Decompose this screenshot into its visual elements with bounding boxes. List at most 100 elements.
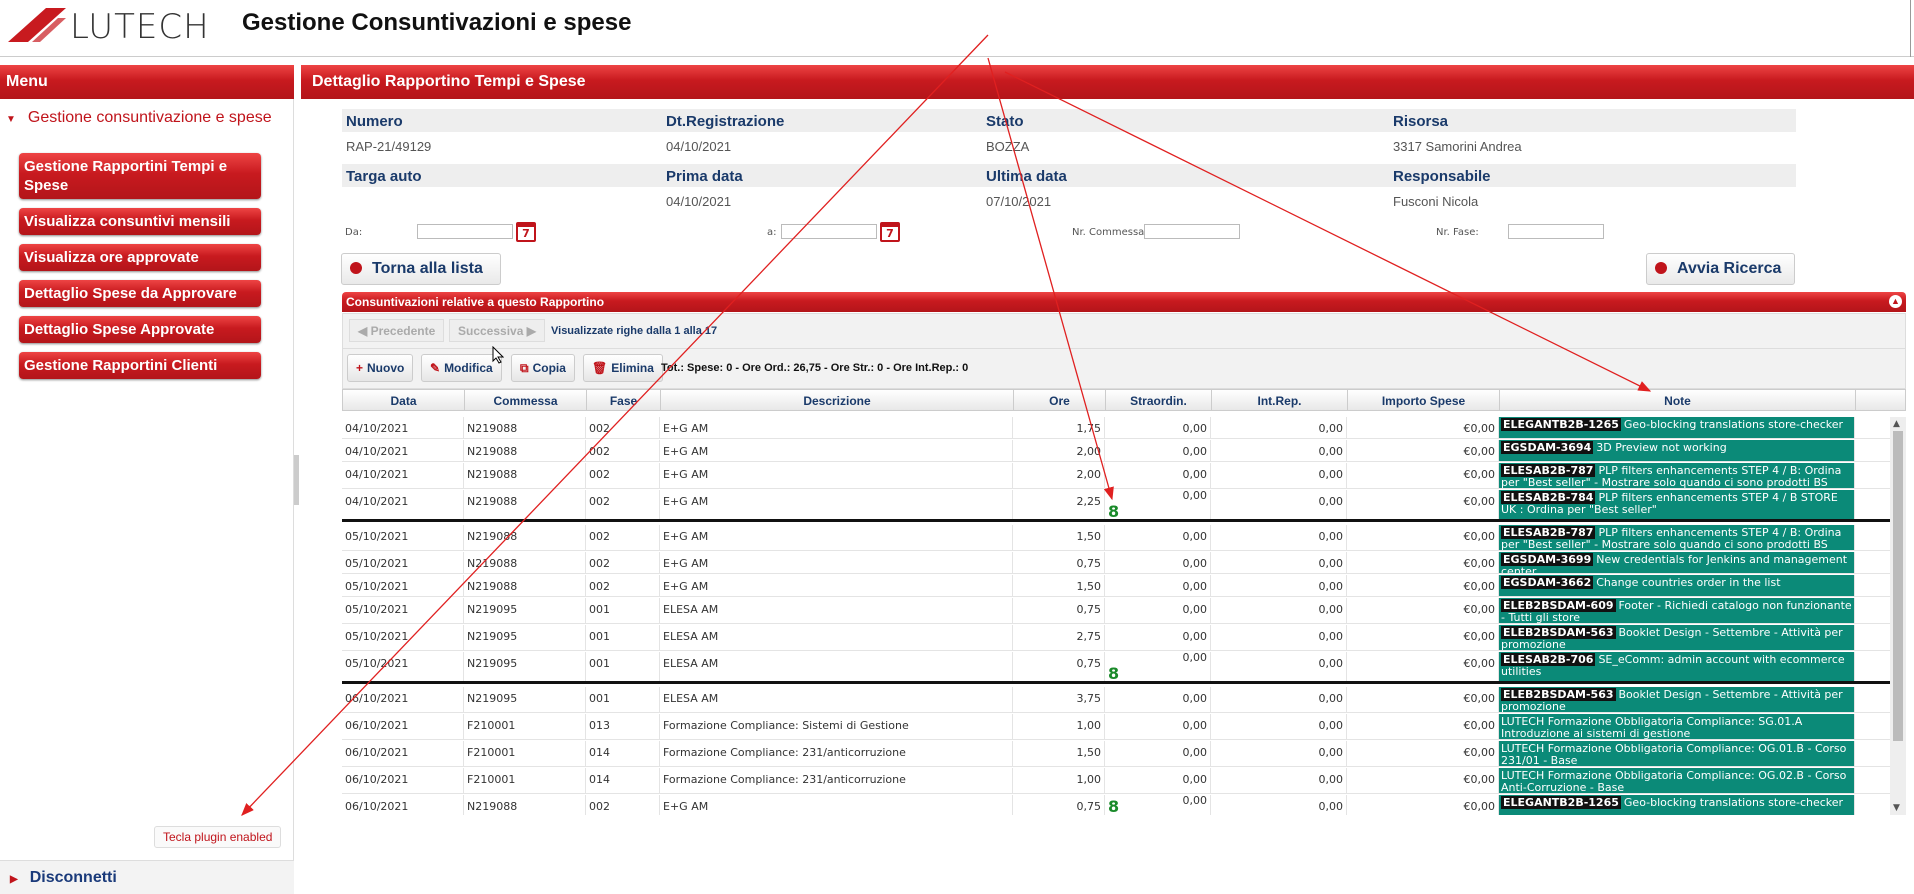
calendar-icon[interactable]: 7 [516, 222, 536, 242]
calendar-icon[interactable]: 7 [880, 222, 900, 242]
table-row[interactable]: 06/10/2021 F210001 013 Formazione Complianc… [342, 714, 1890, 740]
cell-str: 0,00 8 [1105, 490, 1211, 519]
commessa-input[interactable] [1144, 224, 1240, 239]
da-input[interactable] [417, 224, 513, 239]
col-note[interactable]: Note [1500, 390, 1856, 411]
table-row[interactable]: 05/10/2021 N219095 001 ELESA AM 0,75 0,00 8 0,0… [342, 652, 1890, 684]
col-straordin[interactable]: Straordin. [1106, 390, 1212, 411]
table-row[interactable]: 04/10/2021 N219088 002 E+G AM 1,75 0,00 0,00 €0… [342, 417, 1890, 439]
table-row[interactable]: 06/10/2021 N219088 002 E+G AM 0,75 0,00 8 0,00 €… [342, 795, 1890, 815]
totals-text: Tot.: Spese: 0 - Ore Ord.: 26,75 - Ore S… [661, 362, 969, 374]
cell-int: 0,00 [1211, 652, 1347, 681]
cell-ore: 2,75 [1013, 625, 1105, 650]
cell-imp: €0,00 [1347, 714, 1499, 739]
responsabile-label: Responsabile [1389, 164, 1796, 187]
col-importo-spese[interactable]: Importo Spese [1348, 390, 1500, 411]
search-button[interactable]: Avvia Ricerca [1646, 253, 1795, 285]
copy-button[interactable]: ⧉ Copia [511, 354, 575, 382]
cell-note: LUTECH Formazione Obbligatoria Complianc… [1499, 768, 1855, 793]
menu-item-spese-da-approvare[interactable]: Dettaglio Spese da Approvare [19, 280, 261, 307]
cell-note: LUTECH Formazione Obbligatoria Complianc… [1499, 714, 1855, 739]
cell-desc: Formazione Compliance: 231/anticorruzion… [660, 768, 1013, 793]
cell-int: 0,00 [1211, 687, 1347, 712]
prev-label: Precedente [370, 324, 436, 338]
menu-section-gestione[interactable]: ▼ Gestione consuntivazione e spese [6, 109, 272, 127]
cell-commessa: N219088 [464, 525, 586, 550]
app-title: Gestione Consuntivazioni e spese [242, 9, 632, 36]
table-row[interactable]: 04/10/2021 N219088 002 E+G AM 2,25 0,00 8 0,00 €… [342, 490, 1890, 522]
table-row[interactable]: 05/10/2021 N219088 002 E+G AM 1,50 0,00 0,00 €0… [342, 575, 1890, 597]
cell-desc: E+G AM [660, 795, 1013, 815]
menu-item-ore-approvate[interactable]: Visualizza ore approvate [19, 244, 261, 271]
edit-button[interactable]: ✎ Modifica [421, 354, 502, 382]
new-button[interactable]: + Nuovo [347, 354, 414, 382]
next-label: Successiva [458, 324, 524, 338]
note-text: Geo-blocking translations store-checker [1623, 418, 1844, 431]
col-descrizione[interactable]: Descrizione [661, 390, 1014, 411]
cell-int: 0,00 [1211, 417, 1347, 438]
cell-str: 0,00 [1105, 768, 1211, 793]
cell-commessa: N219088 [464, 575, 586, 596]
table-row[interactable]: 04/10/2021 N219088 002 E+G AM 2,00 0,00 0,00 €0… [342, 440, 1890, 462]
caret-down-icon: ▼ [6, 114, 16, 125]
cell-int: 0,00 [1211, 490, 1347, 519]
trash-icon: 🗑 [592, 361, 608, 375]
prima-data-value: 04/10/2021 [666, 194, 732, 209]
table-row[interactable]: 06/10/2021 F210001 014 Formazione Complianc… [342, 768, 1890, 794]
table-row[interactable]: 06/10/2021 N219095 001 ELESA AM 3,75 0,00 0,00… [342, 687, 1890, 713]
menu-item-consuntivi-mensili[interactable]: Visualizza consuntivi mensili [19, 208, 261, 235]
a-input[interactable] [781, 224, 877, 239]
cell-data: 04/10/2021 [342, 440, 464, 461]
cell-ore: 2,00 [1013, 463, 1105, 488]
cell-int: 0,00 [1211, 768, 1347, 793]
annotation-eight: 8 [1108, 502, 1120, 519]
scroll-thumb[interactable] [1893, 431, 1903, 741]
ticket-tag: ELEGANTB2B-1265 [1501, 418, 1621, 431]
vertical-scrollbar[interactable]: ▲ ▼ [1890, 417, 1906, 815]
cell-data: 05/10/2021 [342, 598, 464, 623]
back-to-list-button[interactable]: Torna alla lista [341, 253, 501, 285]
note-text: LUTECH Formazione Obbligatoria Complianc… [1501, 742, 1847, 767]
col-data[interactable]: Data [343, 390, 465, 411]
a-label: a: [767, 227, 777, 238]
scroll-down-icon[interactable]: ▼ [1893, 803, 1900, 813]
stato-label: Stato [982, 109, 1389, 132]
cell-imp: €0,00 [1347, 687, 1499, 712]
cell-data: 04/10/2021 [342, 463, 464, 488]
cell-commessa: N219095 [464, 598, 586, 623]
numero-label: Numero [342, 109, 662, 132]
cell-commessa: F210001 [464, 714, 586, 739]
cell-imp: €0,00 [1347, 417, 1499, 438]
table-row[interactable]: 05/10/2021 N219088 002 E+G AM 1,50 0,00 0,00 €0… [342, 525, 1890, 551]
table-row[interactable]: 05/10/2021 N219095 001 ELESA AM 2,75 0,00 0,00… [342, 625, 1890, 651]
table-row[interactable]: 05/10/2021 N219088 002 E+G AM 0,75 0,00 0,00 €0… [342, 552, 1890, 574]
note-text: Geo-blocking translations store-checker [1623, 796, 1844, 809]
table-row[interactable]: 05/10/2021 N219095 001 ELESA AM 0,75 0,00 0,00… [342, 598, 1890, 624]
fase-input[interactable] [1508, 224, 1604, 239]
panel-splitter[interactable] [294, 455, 299, 505]
cell-fase: 001 [586, 687, 660, 712]
menu-item-gestione-rapportini[interactable]: Gestione Rapportini Tempi e Spese [19, 153, 261, 199]
col-ore[interactable]: Ore [1014, 390, 1106, 411]
menu-item-rapportini-clienti[interactable]: Gestione Rapportini Clienti [19, 352, 261, 379]
menu-item-spese-approvate[interactable]: Dettaglio Spese Approvate [19, 316, 261, 343]
table-row[interactable]: 06/10/2021 F210001 014 Formazione Complianc… [342, 741, 1890, 767]
next-page-button[interactable]: Successiva ▶ [449, 319, 545, 342]
scroll-up-icon[interactable]: ▲ [1893, 419, 1900, 429]
cell-int: 0,00 [1211, 741, 1347, 766]
cell-ore: 1,50 [1013, 525, 1105, 550]
cell-ore: 1,00 [1013, 768, 1105, 793]
disconnect-link[interactable]: ▶ Disconnetti [0, 860, 294, 894]
ticket-tag: ELEGANTB2B-1265 [1501, 796, 1621, 809]
cell-desc: ELESA AM [660, 625, 1013, 650]
table-row[interactable]: 04/10/2021 N219088 002 E+G AM 2,00 0,00 0,00 €0… [342, 463, 1890, 489]
col-fase[interactable]: Fase [587, 390, 661, 411]
cell-imp: €0,00 [1347, 795, 1499, 815]
delete-button[interactable]: 🗑 Elimina [583, 354, 663, 382]
col-intrep[interactable]: Int.Rep. [1212, 390, 1348, 411]
cell-data: 05/10/2021 [342, 575, 464, 596]
prev-page-button[interactable]: ◀ Precedente [349, 319, 445, 342]
col-commessa[interactable]: Commessa [465, 390, 587, 411]
collapse-icon[interactable]: ▲ [1889, 295, 1902, 308]
cell-imp: €0,00 [1347, 525, 1499, 550]
